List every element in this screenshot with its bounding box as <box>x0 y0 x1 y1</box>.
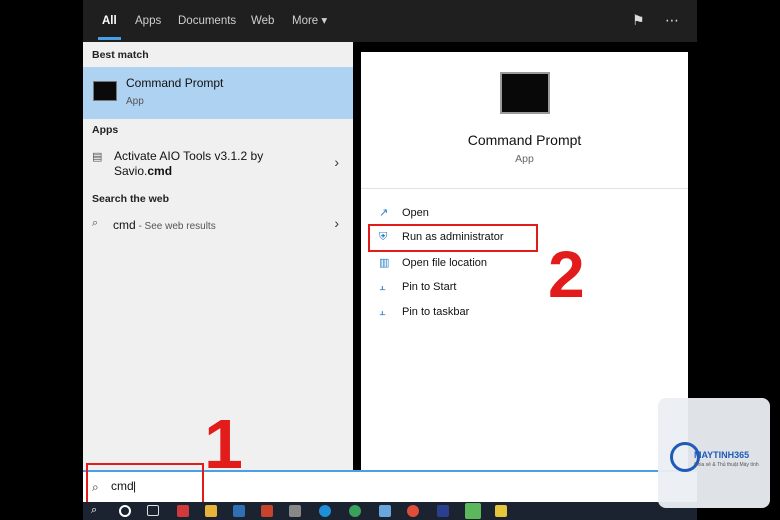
best-match-title: Command Prompt <box>126 76 224 90</box>
chevron-right-icon[interactable]: › <box>334 215 339 231</box>
details-title: Command Prompt <box>467 132 582 148</box>
pin-icon: ⫠ <box>379 281 386 293</box>
pin-icon: ⫠ <box>379 306 386 318</box>
action-open[interactable]: ↗ Open <box>379 206 429 219</box>
line-app-icon[interactable] <box>465 503 481 519</box>
highlight-run-as-admin <box>368 224 538 252</box>
highlight-search-input <box>86 463 204 507</box>
details-subtitle: App <box>515 153 534 165</box>
chevron-right-icon[interactable]: › <box>334 154 339 170</box>
app-result-line1: Activate AIO Tools v3.1.2 by <box>114 149 264 163</box>
edge-icon[interactable] <box>319 505 331 517</box>
task-view-icon[interactable] <box>147 505 159 516</box>
app-file-icon: ▤ <box>92 151 103 163</box>
step-1-label: 1 <box>204 405 243 483</box>
photos-icon[interactable] <box>379 505 391 517</box>
best-match-header: Best match <box>92 49 149 61</box>
app-result-item[interactable]: ▤ Activate AIO Tools v3.1.2 by Savio.cmd… <box>83 146 353 184</box>
app-result-line2: Savio. <box>114 164 148 178</box>
search-icon[interactable]: ⌕ <box>91 504 103 516</box>
watermark-brand: MAYTINH365 <box>694 450 750 460</box>
feedback-icon[interactable]: ⚑ <box>632 12 645 29</box>
web-hint: - See web results <box>135 221 216 232</box>
file-explorer-icon[interactable] <box>205 505 217 517</box>
best-match-item[interactable]: Command Prompt App <box>83 67 353 119</box>
more-options-icon[interactable]: ⋯ <box>665 12 679 29</box>
taskbar: ⌕ <box>83 502 697 520</box>
tab-all[interactable]: All <box>98 0 121 42</box>
web-result-item[interactable]: ⌕ cmd - See web results › <box>83 214 353 238</box>
action-open-file-location[interactable]: ▥ Open file location <box>379 256 487 269</box>
sticky-notes-icon[interactable] <box>495 505 507 517</box>
file-location-icon: ▥ <box>379 257 390 269</box>
command-prompt-icon <box>93 81 117 101</box>
powerpoint-icon[interactable] <box>261 505 273 517</box>
command-prompt-large-icon <box>500 72 550 114</box>
filter-tabs-bar: All Apps Documents Web More ▾ ⚑ ⋯ <box>83 0 697 42</box>
tab-more[interactable]: More ▾ <box>292 0 327 42</box>
web-query: cmd <box>113 218 136 232</box>
step-2-label: 2 <box>548 237 585 311</box>
store-icon[interactable] <box>177 505 189 517</box>
tab-web[interactable]: Web <box>251 0 274 42</box>
details-pane: Command Prompt App ↗ Open ⛨ Run as adminis… <box>361 52 688 470</box>
cortana-icon[interactable] <box>119 505 131 517</box>
network-app-icon[interactable] <box>289 505 301 517</box>
chat-app-icon[interactable] <box>349 505 361 517</box>
best-match-subtitle: App <box>126 96 144 107</box>
chrome-icon[interactable] <box>407 505 419 517</box>
open-icon: ↗ <box>379 207 389 219</box>
action-pin-to-taskbar[interactable]: ⫠ Pin to taskbar <box>379 306 469 319</box>
photoshop-icon[interactable] <box>437 505 449 517</box>
tab-apps[interactable]: Apps <box>135 0 161 42</box>
search-icon: ⌕ <box>92 217 99 229</box>
watermark-tagline: Chia sẻ & Thủ thuật Máy tính <box>694 462 759 468</box>
divider <box>361 188 688 189</box>
mail-icon[interactable] <box>233 505 245 517</box>
search-web-header: Search the web <box>92 193 170 205</box>
apps-header: Apps <box>92 124 119 136</box>
watermark: MAYTINH365 Chia sẻ & Thủ thuật Máy tính <box>658 398 770 508</box>
tab-documents[interactable]: Documents <box>178 0 236 42</box>
app-result-line2-bold: cmd <box>147 164 173 178</box>
action-pin-to-start[interactable]: ⫠ Pin to Start <box>379 281 456 294</box>
